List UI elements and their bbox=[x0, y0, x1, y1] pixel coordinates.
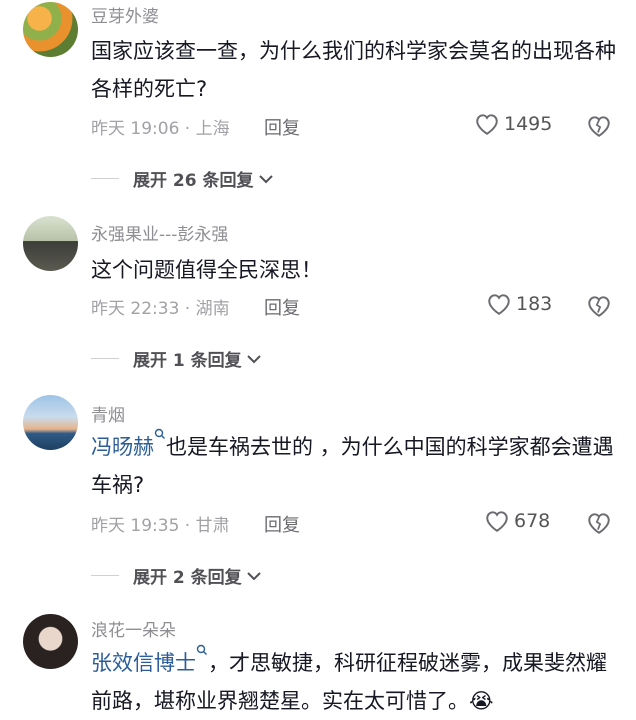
reply-button[interactable]: 回复 bbox=[264, 294, 300, 320]
expand-replies-button[interactable]: 展开 26 条回复 bbox=[91, 166, 274, 191]
comment-text: 这个问题值得全民深思！ bbox=[91, 251, 621, 289]
reply-button[interactable]: 回复 bbox=[264, 511, 300, 537]
heart-broken-icon[interactable] bbox=[586, 114, 612, 138]
heart-icon bbox=[476, 114, 498, 135]
like-button[interactable]: 183 bbox=[486, 292, 552, 316]
chevron-down-icon bbox=[246, 354, 261, 363]
comment-text: 张效信博士 ，才思敏捷，科研征程破迷雾，成果斐然耀前路，堪称业界翘楚星。实在太可惜… bbox=[91, 644, 621, 720]
expand-label: 展开 1 条回复 bbox=[133, 351, 242, 371]
comment-meta: 昨天 22:33 · 湖南 bbox=[91, 299, 230, 319]
user-mention-link[interactable]: 冯旸赫 bbox=[91, 435, 154, 459]
expand-replies-button[interactable]: 展开 1 条回复 bbox=[91, 346, 262, 371]
chevron-down-icon bbox=[246, 571, 261, 580]
divider bbox=[91, 358, 119, 359]
comment-meta: 昨天 19:06 · 上海 bbox=[91, 119, 230, 139]
like-count: 1495 bbox=[504, 113, 553, 135]
search-mention-icon bbox=[196, 644, 207, 655]
expand-label: 展开 26 条回复 bbox=[133, 171, 254, 191]
like-button[interactable]: 678 bbox=[484, 509, 550, 533]
comment-text-content: 也是车祸去世的 ，为什么中国的科学家都会遭遇车祸? bbox=[91, 435, 614, 497]
avatar[interactable] bbox=[23, 395, 78, 450]
username[interactable]: 豆芽外婆 bbox=[91, 2, 159, 27]
reply-button[interactable]: 回复 bbox=[264, 114, 300, 140]
user-mention-link[interactable]: 张效信博士 bbox=[91, 651, 196, 675]
avatar[interactable] bbox=[23, 614, 78, 669]
comment-text: 国家应该查一查，为什么我们的科学家会莫名的出现各种各样的死亡? bbox=[91, 32, 621, 108]
avatar[interactable] bbox=[23, 216, 78, 271]
chevron-down-icon bbox=[258, 174, 273, 183]
expand-replies-button[interactable]: 展开 2 条回复 bbox=[91, 563, 262, 588]
username[interactable]: 浪花一朵朵 bbox=[91, 616, 176, 641]
search-mention-icon bbox=[154, 428, 165, 439]
heart-broken-icon[interactable] bbox=[586, 294, 612, 318]
heart-icon bbox=[488, 294, 510, 315]
username[interactable]: 永强果业---彭永强 bbox=[91, 220, 228, 245]
comment-text-content: 国家应该查一查，为什么我们的科学家会莫名的出现各种各样的死亡? bbox=[91, 39, 616, 101]
comment-text-content: 这个问题值得全民深思！ bbox=[91, 258, 322, 282]
like-count: 183 bbox=[516, 293, 553, 315]
divider bbox=[91, 575, 119, 576]
divider bbox=[91, 178, 119, 179]
like-count: 678 bbox=[514, 510, 551, 532]
username[interactable]: 青烟 bbox=[91, 401, 125, 426]
heart-icon bbox=[486, 511, 508, 532]
heart-broken-icon[interactable] bbox=[586, 511, 612, 535]
expand-label: 展开 2 条回复 bbox=[133, 568, 242, 588]
avatar[interactable] bbox=[23, 2, 78, 57]
like-button[interactable]: 1495 bbox=[474, 112, 552, 136]
comment-text: 冯旸赫 也是车祸去世的 ，为什么中国的科学家都会遭遇车祸? bbox=[91, 428, 621, 504]
comment-meta: 昨天 19:35 · 甘肃 bbox=[91, 516, 230, 536]
